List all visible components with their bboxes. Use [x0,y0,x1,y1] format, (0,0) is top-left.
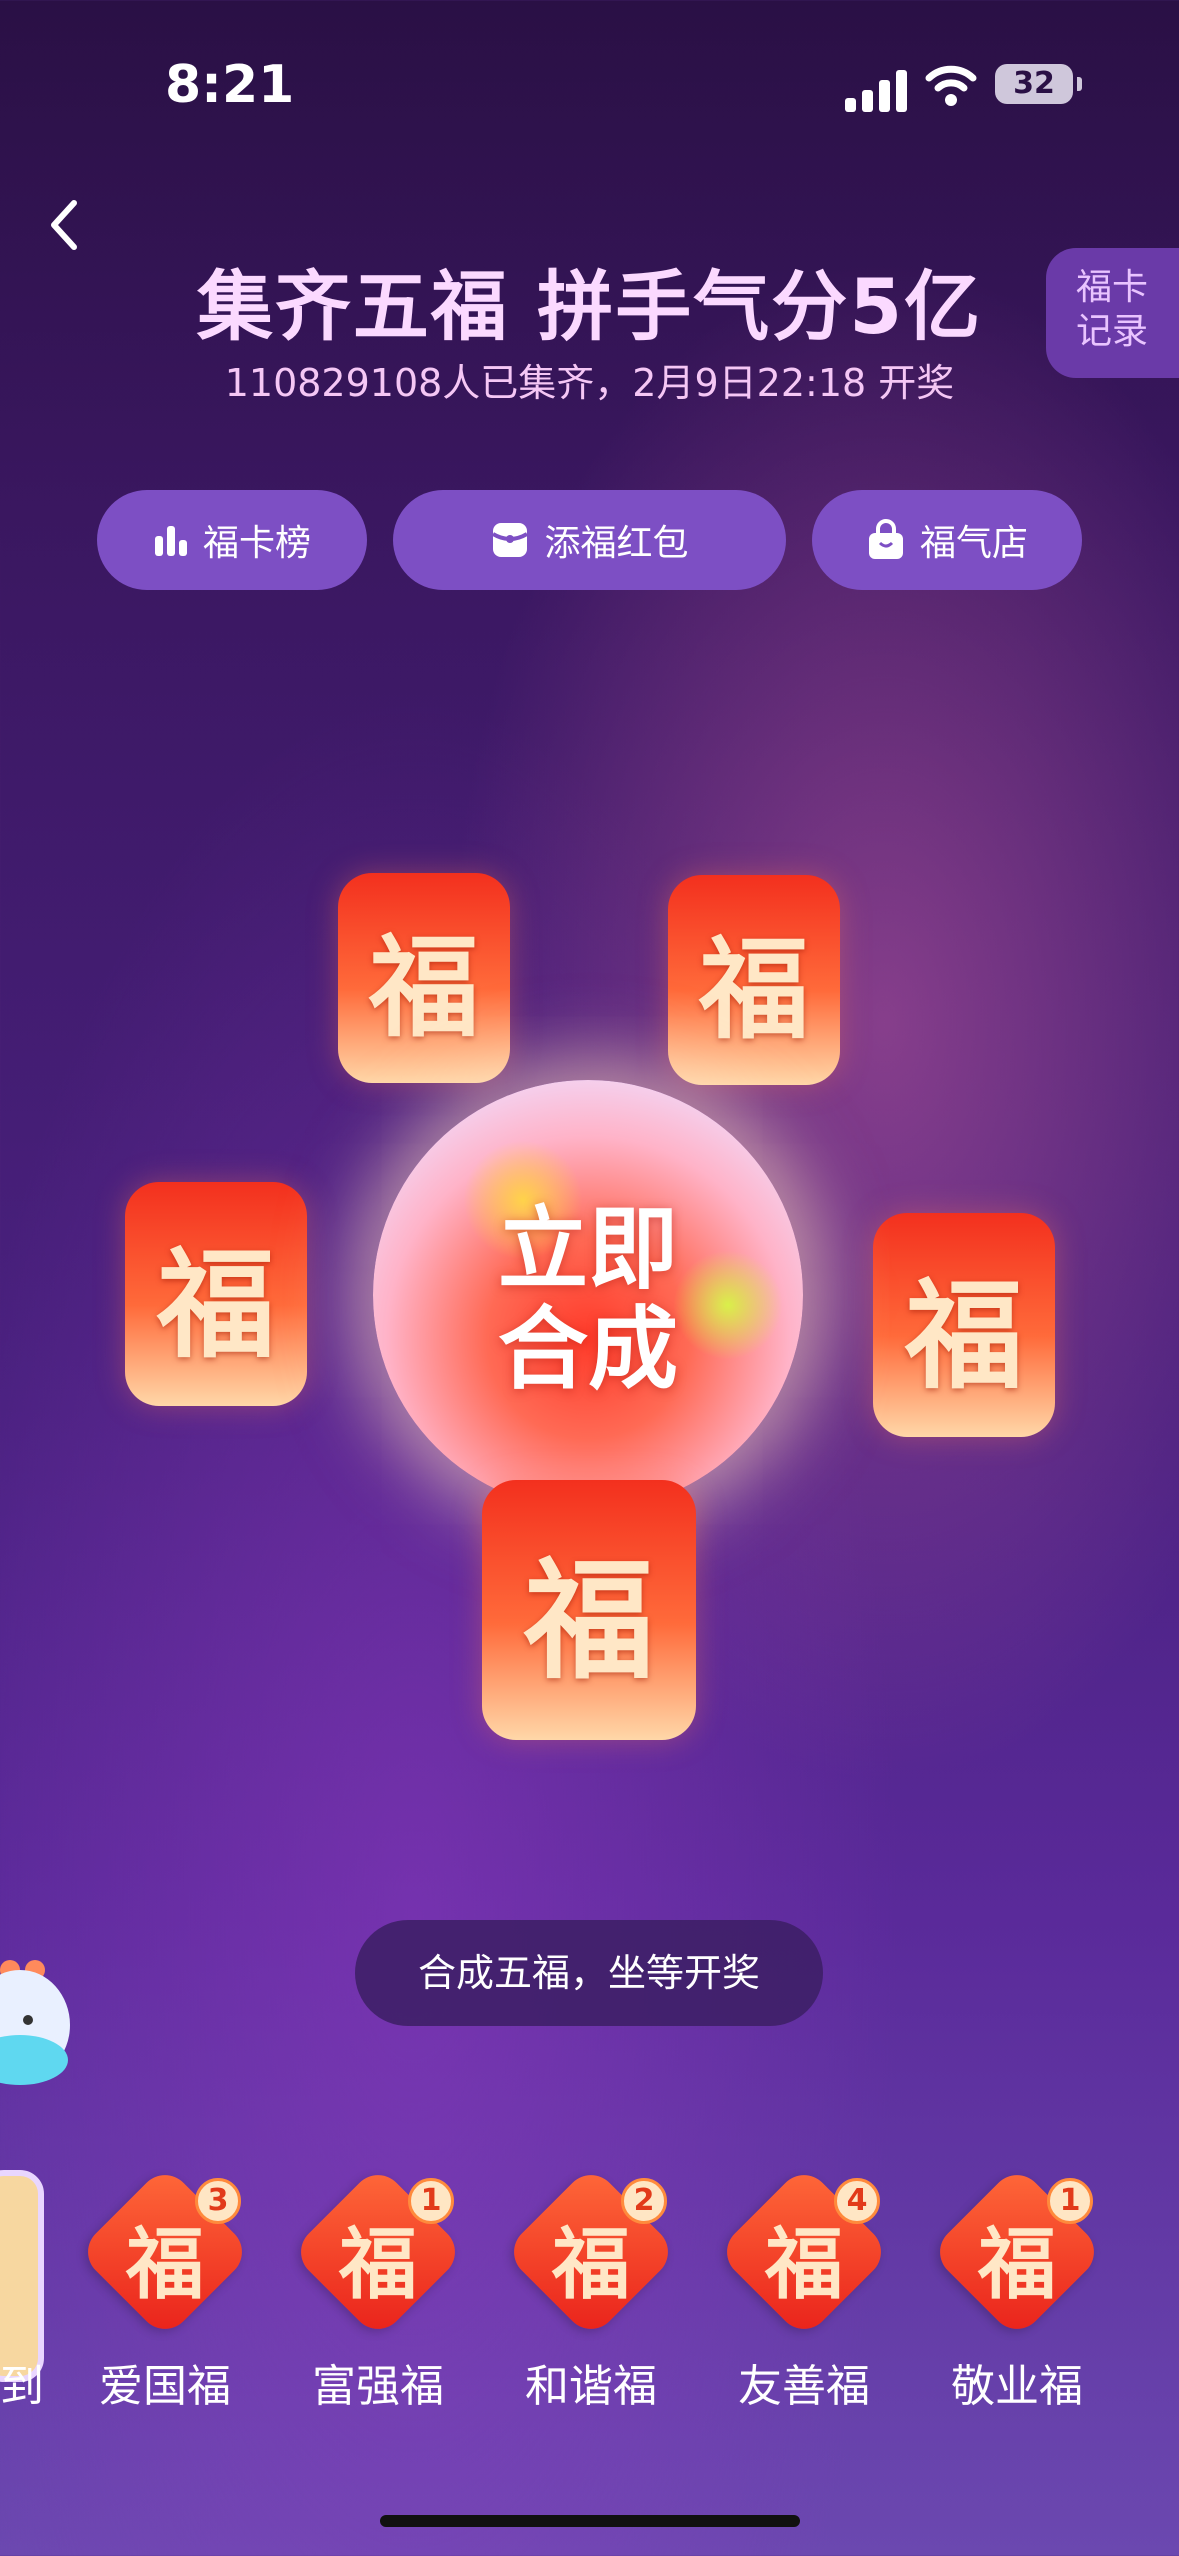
lucky-shop-label: 福气店 [919,523,1028,564]
fu-card-top-left[interactable]: 福 [338,873,510,1083]
status-time: 8:21 [165,55,295,115]
card-count-badge: 4 [834,2178,880,2224]
card-count-badge: 1 [408,2178,454,2224]
lucky-shop-button[interactable]: 福气店 [812,490,1082,590]
bar-chart-icon [154,526,187,556]
card-name: 敬业福 [951,2361,1083,2412]
record-label-line2: 记录 [1076,311,1149,352]
draw-info: 110829108人已集齐，2月9日22:18 开奖 [224,361,955,405]
record-label-line1: 福卡 [1076,267,1149,308]
card-record-button[interactable]: 福卡 记录 [1046,248,1179,378]
home-indicator[interactable] [380,2515,800,2527]
page-title: 集齐五福 拼手气分5亿 [196,262,983,351]
fu-card-char: 福 [699,925,809,1054]
fu-card-left[interactable]: 福 [125,1182,307,1406]
card-name: 友善福 [738,2361,870,2412]
red-envelope-button[interactable]: 添福红包 [393,490,786,590]
synthesize-orb-button[interactable]: 立即 合成 [373,1080,803,1510]
collected-card-dedication[interactable]: 福 1 敬业福 [929,2160,1107,2420]
card-name: 和谐福 [525,2361,657,2412]
collected-card-patriotism[interactable]: 福 3 爱国福 [77,2160,255,2420]
card-count-badge: 2 [621,2178,667,2224]
card-name: 爱国福 [99,2361,231,2412]
fu-card-char: 福 [523,1544,654,1697]
fu-card-top-right[interactable]: 福 [668,875,840,1085]
fu-card-char: 福 [369,923,479,1052]
card-count-badge: 1 [1047,2178,1093,2224]
collected-card-prosperity[interactable]: 福 1 富强福 [290,2160,468,2420]
leaderboard-label: 福卡榜 [202,523,311,564]
cellular-signal-icon [845,70,907,112]
synthesize-label-line1: 立即 [498,1197,678,1302]
mascot-icon[interactable] [0,1950,80,2100]
red-envelope-label: 添福红包 [544,523,689,564]
wifi-icon [925,65,977,106]
fu-card-bottom[interactable]: 福 [482,1480,696,1740]
synthesize-label-line2: 合成 [498,1297,678,1402]
fu-card-char: 福 [156,1234,275,1374]
battery-indicator: 32 [995,64,1082,104]
card-name: 富强福 [312,2361,444,2412]
fu-card-right[interactable]: 福 [873,1213,1055,1437]
collected-card-harmony[interactable]: 福 2 和谐福 [503,2160,681,2420]
fu-collection: 福 3 爱国福 福 1 富强福 福 2 和谐福 福 4 友善福 福 1 敬业福 [0,2160,1179,2420]
card-count-badge: 3 [195,2178,241,2224]
synthesize-hint: 合成五福，坐等开奖 [355,1920,823,2026]
collected-card-friendship[interactable]: 福 4 友善福 [716,2160,894,2420]
status-bar: 8:21 32 [0,0,1179,170]
shopping-bag-icon [868,519,903,559]
synthesize-label: 立即 合成 [373,1200,803,1400]
red-envelope-icon [492,523,529,557]
fu-card-char: 福 [904,1265,1023,1405]
leaderboard-button[interactable]: 福卡榜 [97,490,367,590]
